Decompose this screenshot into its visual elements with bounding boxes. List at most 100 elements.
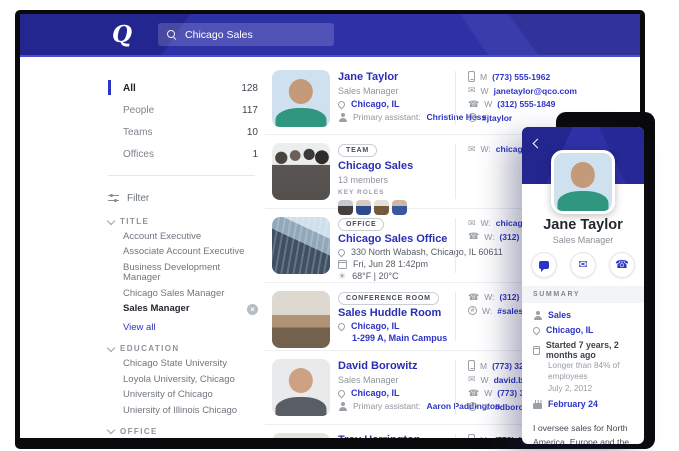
filter-group-title: TITLE Account Executive Associate Accoun… [106, 216, 265, 333]
slack-icon: # [468, 306, 477, 315]
phone-icon: ☎ [615, 258, 629, 271]
person-icon [338, 402, 347, 411]
room-campus-link[interactable]: 1-299 A, Main Campus [352, 333, 447, 343]
chat-icon [539, 261, 549, 272]
sidebar: All 128 People 117 Teams 10 Offices 1 Fi… [20, 57, 265, 438]
room-photo [272, 291, 330, 348]
sidebar-item-people[interactable]: People 117 [108, 99, 258, 121]
person-icon [338, 113, 347, 122]
profile-card-header [522, 127, 644, 214]
sidebar-item-all[interactable]: All 128 [108, 77, 258, 99]
count-badge: 10 [246, 126, 258, 138]
composition: Q All 128 People 117 Teams 10 [0, 0, 679, 451]
phone-link[interactable]: (773) 555-1962 [492, 72, 550, 82]
back-icon[interactable] [532, 138, 543, 149]
type-badge: CONFERENCE ROOM [338, 292, 439, 305]
group-header-education[interactable]: EDUCATION [106, 343, 265, 353]
card-birthday-link[interactable]: February 24 [548, 399, 598, 409]
calendar-icon [338, 259, 347, 269]
office-weather: 68°F | 20°C [352, 271, 399, 282]
chat-button[interactable] [531, 252, 557, 278]
profile-photo [272, 433, 330, 438]
sidebar-item-offices[interactable]: Offices 1 [108, 143, 258, 165]
card-location-link[interactable]: Chicago, IL [546, 325, 593, 335]
search-icon [167, 30, 176, 39]
filter-icon [108, 193, 119, 203]
mail-icon: ✉ [468, 143, 476, 154]
filter-group-office: OFFICE Chicago Sales Office [106, 426, 265, 438]
calendar-icon [533, 345, 540, 355]
profile-photo [272, 359, 330, 416]
filter-option[interactable]: Business Development Manager [123, 262, 258, 284]
phone-icon: ☎ [468, 291, 480, 302]
phone-link[interactable]: (312) 555-1849 [497, 99, 555, 109]
cake-icon [533, 399, 542, 409]
card-actions: ✉ ☎ [522, 252, 644, 278]
location-link[interactable]: Chicago, IL [351, 321, 400, 331]
card-person-name: Jane Taylor [543, 217, 623, 233]
call-button[interactable]: ☎ [609, 252, 635, 278]
filter-option[interactable]: Chicago Sales Manager [123, 288, 258, 299]
avatar [551, 150, 615, 214]
search-input[interactable] [183, 27, 298, 42]
divider [108, 175, 255, 176]
chevron-down-icon [106, 216, 116, 225]
location-link[interactable]: Chicago, IL [351, 99, 400, 109]
slack-icon: # [468, 113, 477, 122]
chevron-down-icon [106, 343, 116, 352]
mail-icon: ✉ [468, 217, 476, 228]
summary-items: Sales Chicago, IL Started 7 years, 2 mon… [522, 303, 644, 409]
remove-filter-icon[interactable]: × [247, 304, 258, 316]
team-icon [533, 311, 542, 320]
pin-icon [336, 247, 347, 258]
group-header-office[interactable]: OFFICE [106, 426, 265, 436]
filter-option[interactable]: Associate Account Executive [123, 246, 258, 257]
mail-icon: ✉ [468, 85, 476, 95]
filter-group-education: EDUCATION Chicago State University Loyol… [106, 343, 265, 416]
profile-photo [272, 70, 330, 127]
chevron-down-icon [106, 426, 116, 435]
count-badge: 128 [241, 82, 258, 94]
filter-button[interactable]: Filter [108, 188, 265, 208]
group-header-title[interactable]: TITLE [106, 216, 265, 226]
team-photo [272, 143, 330, 200]
card-team-link[interactable]: Sales [548, 310, 571, 320]
view-all-link[interactable]: View all [123, 322, 258, 333]
card-tenure-date: July 2, 2012 [548, 383, 593, 393]
slack-link[interactable]: #dboro [495, 402, 524, 412]
count-badge: 117 [242, 104, 258, 116]
filter-option-selected[interactable]: Sales Manager × [123, 304, 258, 316]
phone-icon: ☎ [468, 231, 480, 241]
filter-option[interactable]: University of Chicago [123, 389, 258, 400]
location-link[interactable]: Chicago, IL [351, 388, 400, 398]
office-local-time: Fri, Jun 28 1:42pm [353, 259, 429, 270]
filter-option[interactable]: Account Executive [123, 231, 258, 242]
app-header: Q [20, 14, 640, 57]
filter-option[interactable]: Loyola University, Chicago [123, 374, 258, 385]
mobile-icon [468, 360, 475, 371]
sidebar-item-teams[interactable]: Teams 10 [108, 121, 258, 143]
type-badge: TEAM [338, 144, 378, 157]
phone-icon: ☎ [468, 98, 480, 109]
mail-icon: ✉ [578, 258, 588, 271]
pin-icon [336, 321, 347, 332]
type-badge: OFFICE [338, 218, 385, 231]
email-link[interactable]: janetaylor@qco.com [494, 86, 577, 96]
card-tenure: Started 7 years, 2 months ago [545, 340, 619, 360]
slack-icon: # [468, 402, 477, 411]
mobile-icon [468, 434, 475, 438]
office-photo [272, 217, 330, 274]
card-bio: I oversee sales for North America, Europ… [533, 423, 630, 444]
filter-option[interactable]: Uniersity of Illinois Chicago [123, 405, 258, 416]
app-logo: Q [112, 21, 133, 48]
search-box[interactable] [158, 23, 335, 46]
slack-link[interactable]: #jtaylor [482, 113, 512, 123]
pin-icon [531, 325, 542, 335]
profile-card: Jane Taylor Sales Manager ✉ ☎ SUMMARY Sa… [522, 127, 644, 444]
filter-option[interactable]: Chicago State University [123, 358, 258, 369]
mobile-icon [468, 71, 475, 82]
summary-header: SUMMARY [522, 286, 644, 303]
email-button[interactable]: ✉ [570, 252, 596, 278]
pin-icon [336, 388, 347, 399]
count-badge: 1 [252, 148, 258, 160]
